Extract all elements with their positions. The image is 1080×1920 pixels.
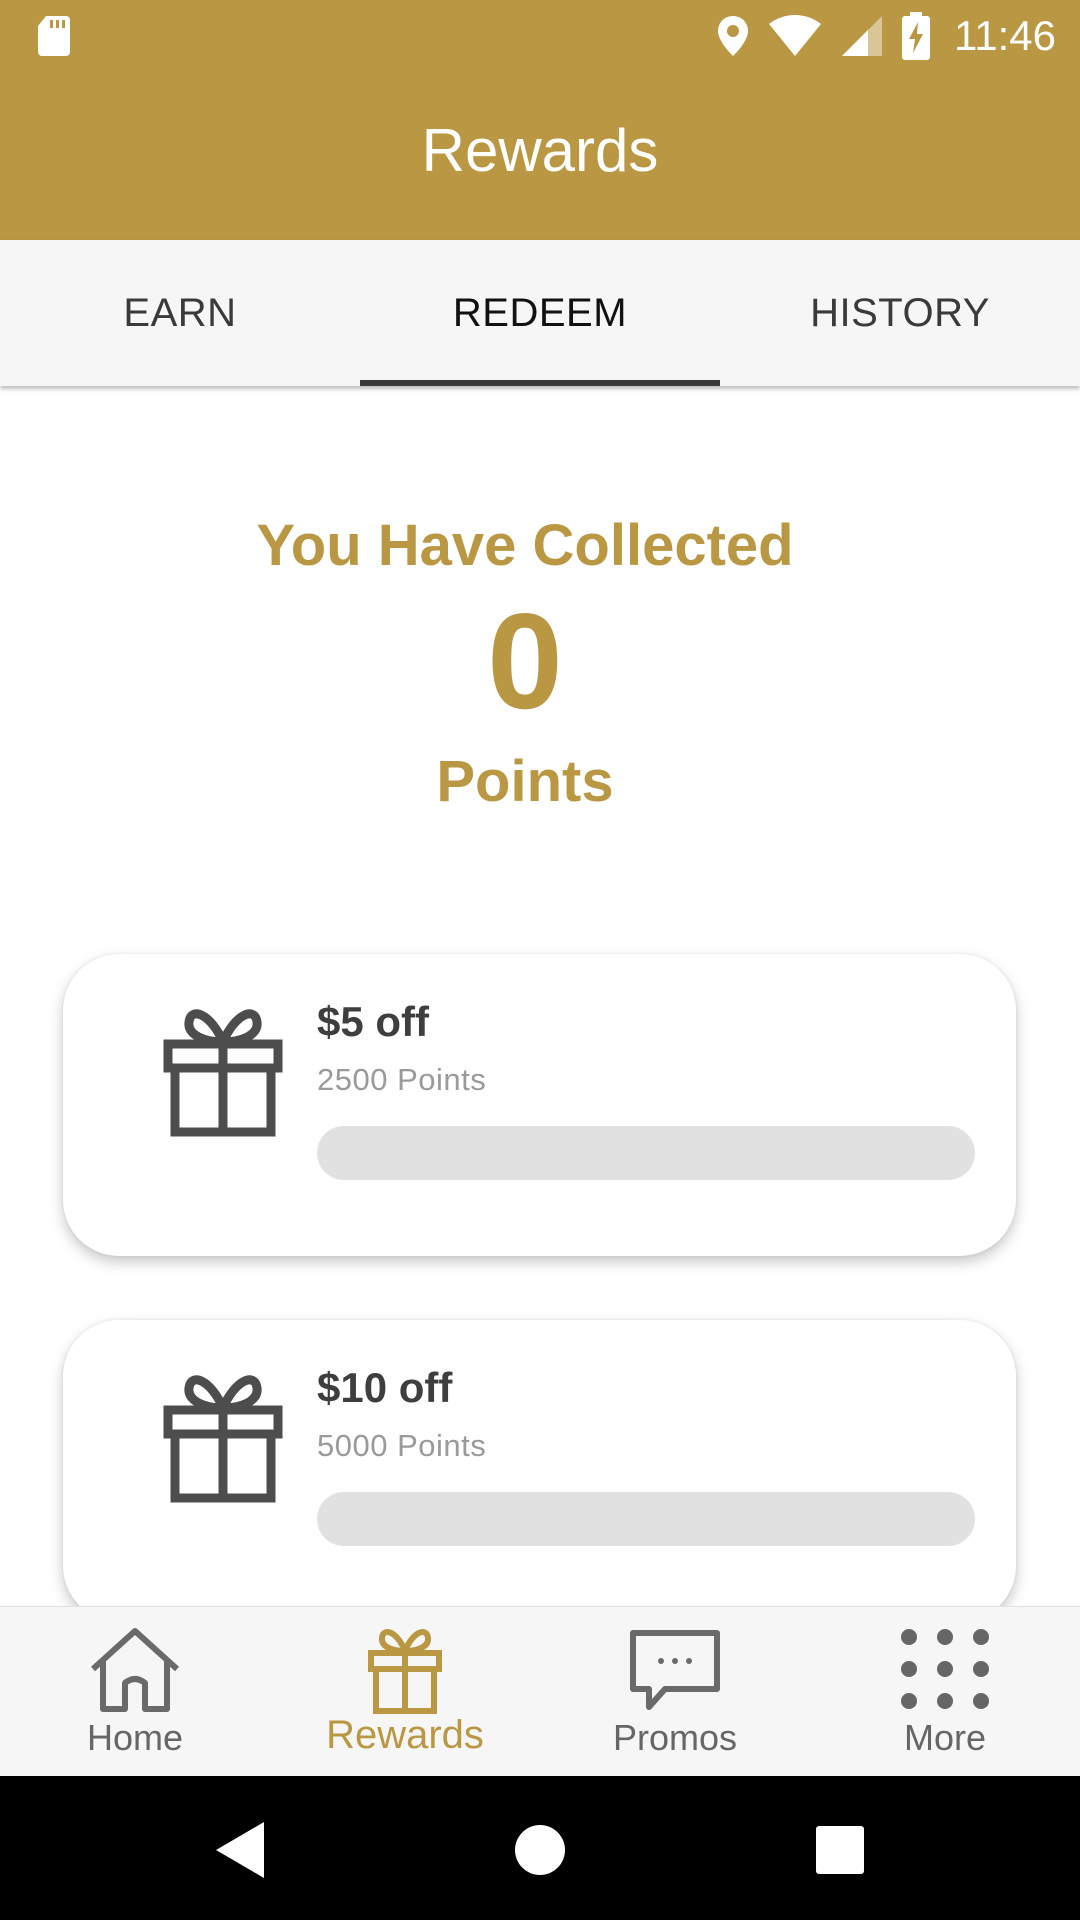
location-icon [718,16,748,56]
status-time: 11:46 [954,12,1056,59]
home-circle-icon[interactable] [510,1820,570,1880]
back-icon[interactable] [210,1820,270,1880]
reward-name: $10 off [317,1364,453,1411]
nav-label-rewards: Rewards [326,1713,484,1757]
gift-icon [163,1375,283,1503]
home-icon [90,1628,180,1712]
reward-card[interactable]: $10 off 5000 Points [63,1320,1016,1622]
nav-label-more: More [903,1717,987,1758]
gift-icon [368,1629,442,1714]
tab-bar: EARN REDEEM HISTORY [0,240,1080,386]
nav-label-promos: Promos [612,1717,738,1758]
reward-card[interactable]: $5 off 2500 Points [63,954,1016,1256]
points-heading: You Have Collected [256,513,794,578]
recents-icon[interactable] [810,1820,870,1880]
points-summary: You Have Collected 0 Points [0,500,1050,828]
reward-cost: 2500 Points [317,1062,487,1097]
signal-icon [842,16,882,56]
chat-bubble-icon [630,1630,720,1710]
system-navigation-bar [0,1776,1080,1920]
app-bar: Rewards [0,72,1080,240]
battery-charging-icon [902,12,930,60]
nav-label-home: Home [86,1717,184,1758]
reward-progress-bar [317,1492,975,1546]
points-value: 0 [487,585,563,737]
nav-item-more[interactable]: More [810,1607,1080,1777]
reward-progress-bar [317,1126,975,1180]
nav-item-home[interactable]: Home [0,1607,270,1777]
nav-item-promos[interactable]: Promos [540,1607,810,1777]
bottom-navigation: Home Rewards Promos More [0,1606,1080,1777]
wifi-icon [769,15,821,56]
nav-item-rewards[interactable]: Rewards [270,1607,540,1777]
reward-name: $5 off [317,998,430,1045]
tab-history[interactable]: HISTORY [720,240,1080,386]
tab-earn[interactable]: EARN [0,240,360,386]
grid-dots-icon [901,1629,989,1709]
points-unit: Points [436,749,614,814]
status-bar: 11:46 [0,0,1080,72]
page-title: Rewards [421,116,659,184]
tab-redeem[interactable]: REDEEM [360,240,720,386]
sd-card-icon [38,16,70,56]
gift-icon [163,1009,283,1137]
reward-cost: 5000 Points [317,1428,487,1463]
